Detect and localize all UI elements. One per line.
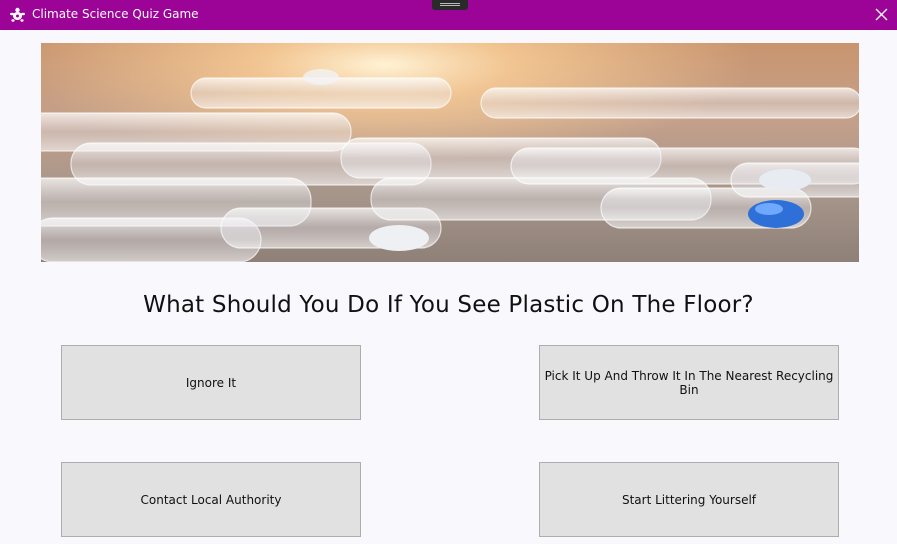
close-button[interactable] bbox=[867, 0, 897, 30]
turtle-icon bbox=[9, 6, 26, 23]
answer-button-4[interactable]: Start Littering Yourself bbox=[539, 462, 839, 537]
answer-button-2[interactable]: Pick It Up And Throw It In The Nearest R… bbox=[539, 345, 839, 420]
answer-button-3[interactable]: Contact Local Authority bbox=[61, 462, 361, 537]
close-icon bbox=[875, 8, 888, 21]
window-title: Climate Science Quiz Game bbox=[32, 7, 199, 21]
question-text: What Should You Do If You See Plastic On… bbox=[143, 292, 754, 318]
answer-button-1[interactable]: Ignore It bbox=[61, 345, 361, 420]
title-bar: Climate Science Quiz Game bbox=[0, 0, 897, 30]
drag-handle[interactable] bbox=[432, 0, 468, 10]
question-image bbox=[41, 43, 859, 262]
